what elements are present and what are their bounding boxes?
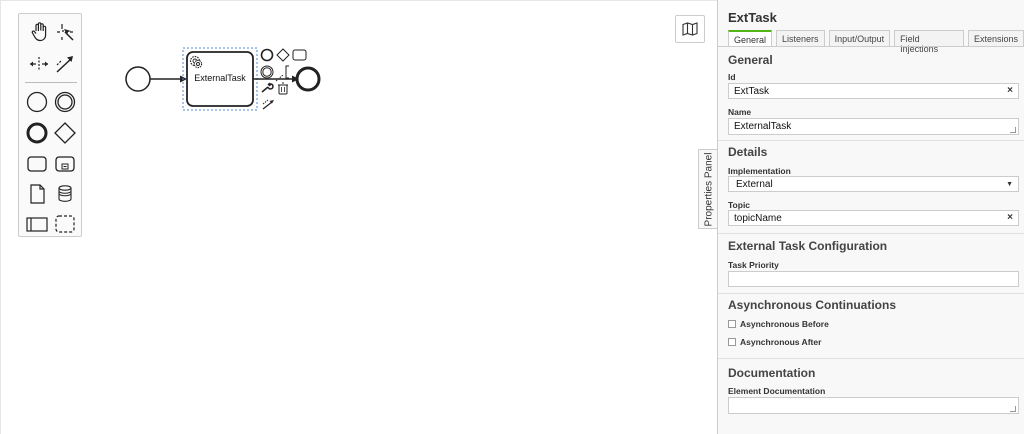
topic-value: topicName: [734, 213, 782, 224]
resize-handle-icon[interactable]: [1010, 127, 1016, 133]
end-event[interactable]: [295, 66, 321, 92]
diagram-svg: [125, 47, 321, 111]
resize-handle-icon[interactable]: [1010, 406, 1016, 412]
async-after-row[interactable]: Asynchronous After: [728, 337, 821, 347]
clear-topic-icon[interactable]: ×: [1007, 212, 1013, 223]
async-before-label: Asynchronous Before: [740, 319, 829, 329]
group-divider: [718, 233, 1024, 234]
start-event-icon[interactable]: [23, 88, 51, 116]
group-divider: [718, 293, 1024, 294]
group-divider: [718, 140, 1024, 141]
task-label: ExternalTask: [194, 73, 246, 83]
topic-label: Topic: [728, 200, 751, 210]
space-tool-icon[interactable]: [27, 52, 51, 76]
pool-icon[interactable]: [23, 210, 51, 238]
intermediate-event-icon[interactable]: [51, 88, 79, 116]
group-icon[interactable]: [51, 210, 79, 238]
context-pad-connect-dash: [262, 99, 269, 105]
context-pad-connect-icon[interactable]: [275, 74, 284, 82]
task-icon[interactable]: [23, 150, 51, 178]
panel-title: ExtTask: [728, 10, 777, 25]
properties-panel: ExtTask General Listeners Input/Output F…: [717, 0, 1024, 434]
group-divider: [718, 358, 1024, 359]
start-event[interactable]: [125, 66, 151, 92]
implementation-value: External: [736, 179, 773, 190]
global-connect-tool-icon[interactable]: [53, 52, 77, 76]
element-documentation-field[interactable]: [728, 397, 1019, 414]
tab-underline: [718, 46, 1024, 47]
tool-palette: [18, 13, 82, 237]
context-pad-task-icon[interactable]: [292, 49, 307, 61]
general-group-title: General: [728, 53, 773, 67]
bpmn-diagram: ExternalTask: [101, 41, 361, 131]
async-group-title: Asynchronous Continuations: [728, 298, 896, 312]
documentation-group-title: Documentation: [728, 366, 816, 380]
implementation-label: Implementation: [728, 166, 791, 176]
topic-field[interactable]: topicName ×: [728, 210, 1019, 226]
id-value: ExtTask: [734, 86, 770, 97]
element-documentation-label: Element Documentation: [728, 386, 826, 396]
task-priority-field[interactable]: [728, 271, 1019, 287]
chevron-down-icon: ▼: [1006, 181, 1013, 188]
context-pad-gateway-icon[interactable]: [276, 48, 290, 62]
hand-tool-icon[interactable]: [27, 20, 51, 44]
tab-listeners[interactable]: Listeners: [776, 30, 825, 46]
end-event-icon[interactable]: [23, 119, 51, 147]
context-pad-trash-icon[interactable]: [278, 82, 288, 95]
tab-general[interactable]: General: [728, 30, 773, 46]
tab-input-output[interactable]: Input/Output: [828, 30, 891, 46]
async-before-row[interactable]: Asynchronous Before: [728, 319, 829, 329]
tab-field-injections[interactable]: Field Injections: [894, 30, 964, 54]
gateway-icon[interactable]: [51, 119, 79, 147]
panel-tabs: General Listeners Input/Output Field Inj…: [728, 30, 1024, 54]
context-pad-end-event-icon[interactable]: [260, 48, 274, 62]
minimap-toggle-button[interactable]: [675, 15, 705, 43]
lasso-tool-icon[interactable]: [53, 20, 77, 44]
context-pad-wrench-icon[interactable]: [261, 82, 274, 93]
name-field[interactable]: ExternalTask: [728, 118, 1019, 135]
map-icon: [682, 22, 698, 36]
implementation-select[interactable]: External ▼: [728, 176, 1019, 192]
palette-separator: [25, 82, 77, 83]
clear-id-icon[interactable]: ×: [1007, 85, 1013, 96]
async-before-checkbox[interactable]: [728, 320, 736, 328]
external-task-group-title: External Task Configuration: [728, 239, 888, 253]
details-group-title: Details: [728, 145, 768, 159]
tab-extensions[interactable]: Extensions: [967, 30, 1024, 46]
async-after-checkbox[interactable]: [728, 338, 736, 346]
data-store-icon[interactable]: [51, 180, 79, 208]
id-label: Id: [728, 72, 736, 82]
bpmn-canvas[interactable]: ExternalTask Properties Panel: [0, 0, 718, 434]
name-value: ExternalTask: [734, 121, 792, 132]
async-after-label: Asynchronous After: [740, 337, 822, 347]
properties-panel-toggle[interactable]: Properties Panel: [698, 149, 718, 229]
context-pad-annotation-icon[interactable]: [285, 65, 289, 79]
task-priority-label: Task Priority: [728, 260, 779, 270]
subprocess-icon[interactable]: [51, 150, 79, 178]
context-pad-connect-arrow-icon[interactable]: [262, 101, 273, 110]
name-label: Name: [728, 107, 752, 117]
id-field[interactable]: ExtTask ×: [728, 83, 1019, 99]
properties-panel-toggle-label: Properties Panel: [703, 152, 714, 226]
data-object-icon[interactable]: [23, 180, 51, 208]
